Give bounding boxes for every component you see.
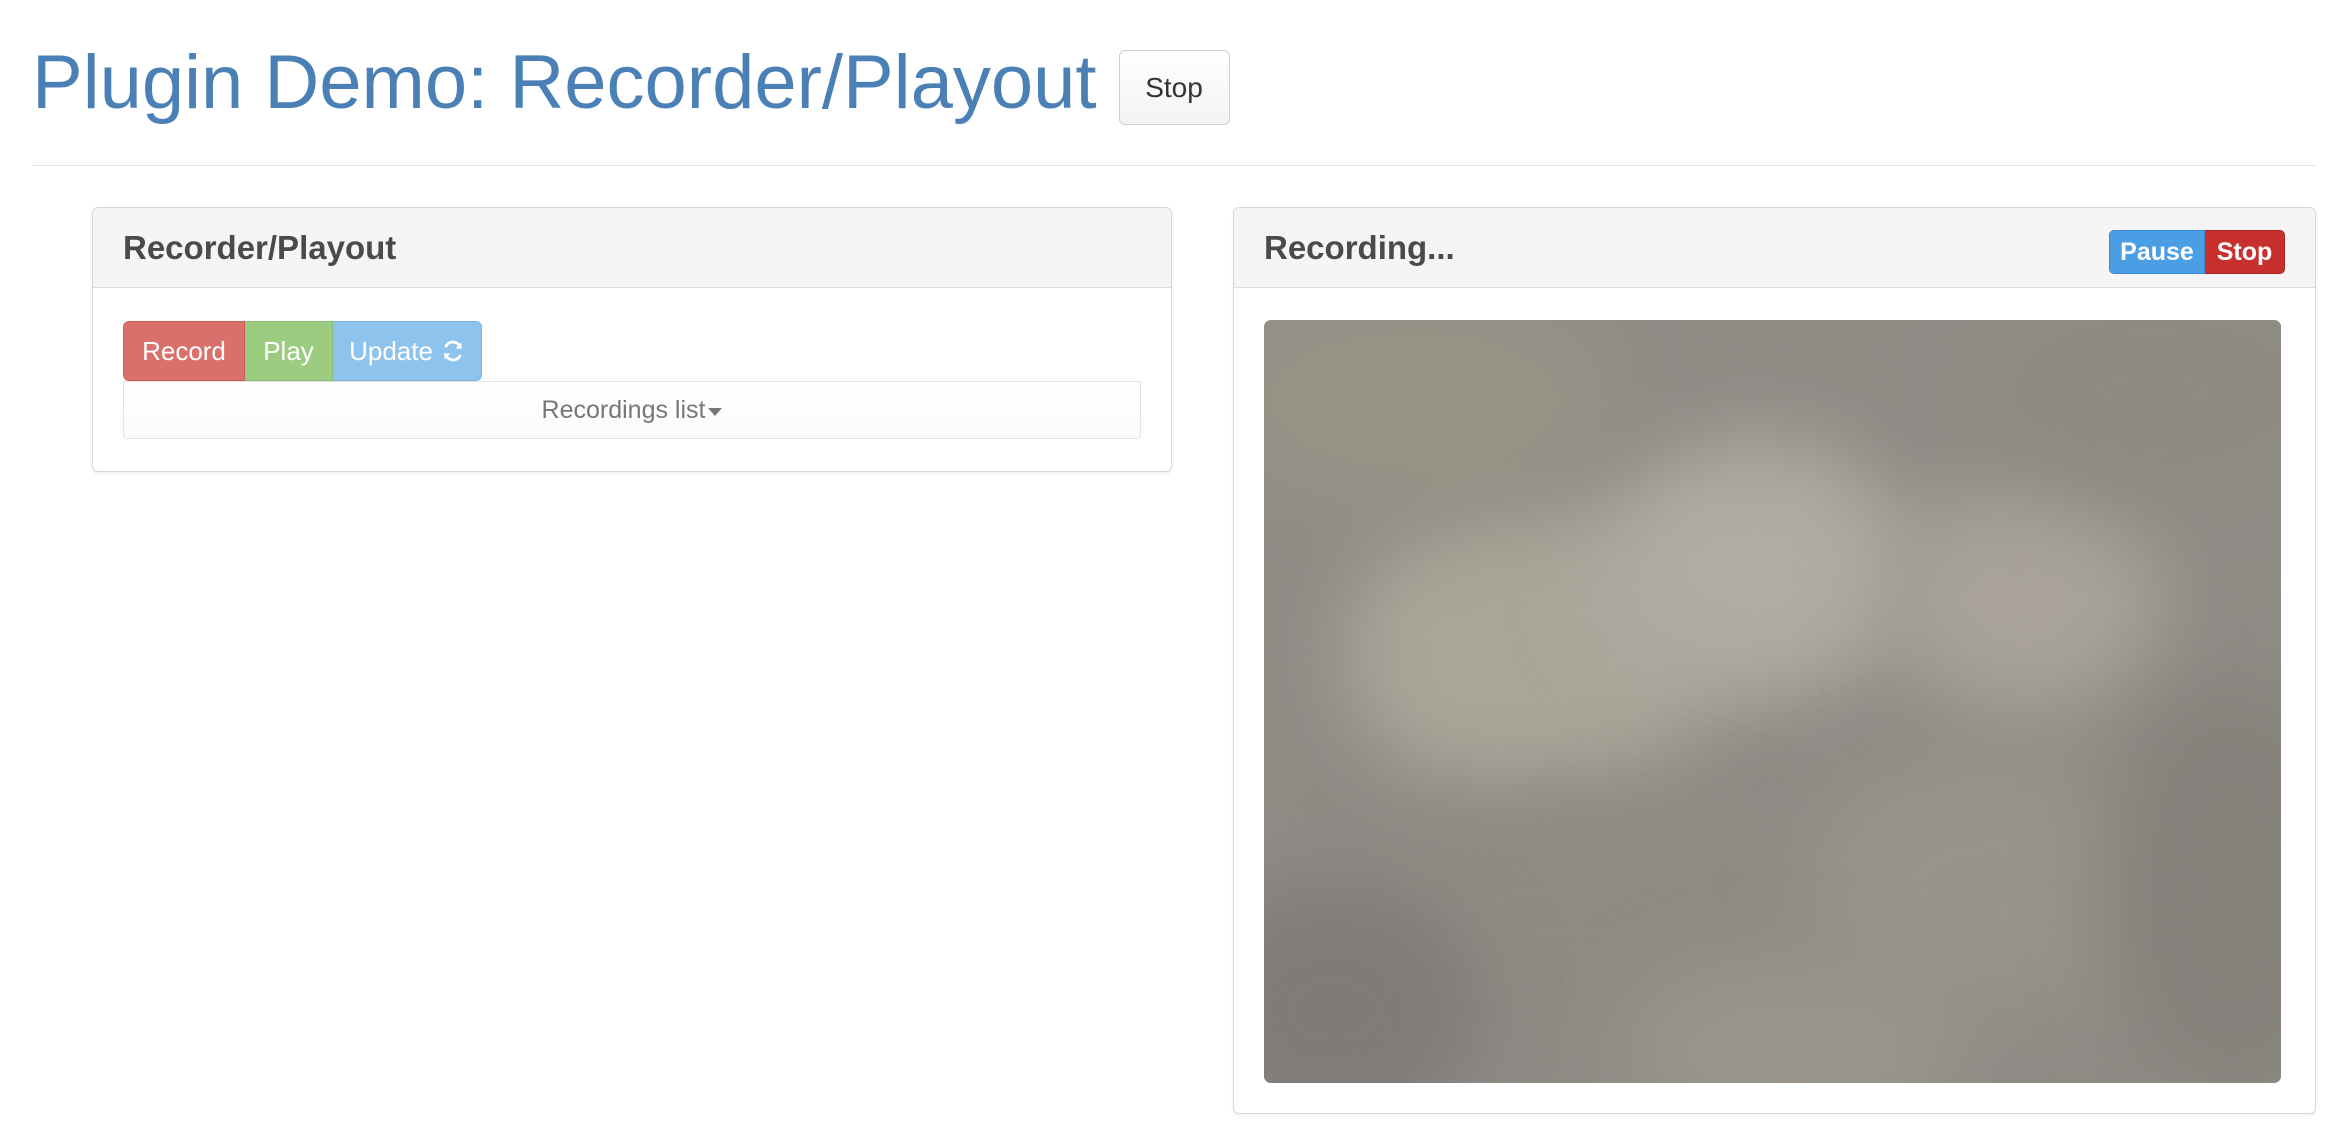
recorder-panel-heading: Recorder/Playout xyxy=(93,208,1171,288)
header-divider xyxy=(32,165,2316,166)
video-panel-title: Recording... xyxy=(1264,229,1455,266)
recording-controls: Pause Stop xyxy=(2109,230,2285,274)
video-stream xyxy=(1264,320,2281,1083)
pause-button[interactable]: Pause xyxy=(2109,230,2205,274)
page: Plugin Demo: Recorder/Playout Stop Recor… xyxy=(0,0,2328,1126)
stop-recording-button[interactable]: Stop xyxy=(2205,230,2285,274)
record-button[interactable]: Record xyxy=(123,321,245,381)
video-panel-heading: Recording... Pause Stop xyxy=(1234,208,2315,288)
recordings-list-dropdown[interactable]: Recordings list xyxy=(123,381,1141,439)
video-panel: Recording... Pause Stop xyxy=(1233,207,2316,1114)
play-button[interactable]: Play xyxy=(245,321,333,381)
update-button[interactable]: Update xyxy=(333,321,482,381)
caret-down-icon xyxy=(708,408,723,416)
recorder-panel: Recorder/Playout Record Play Update Reco… xyxy=(92,207,1172,472)
page-header: Plugin Demo: Recorder/Playout Stop xyxy=(32,30,1230,135)
recordings-list-label: Recordings list xyxy=(541,395,706,424)
update-button-label: Update xyxy=(349,335,433,366)
recorder-panel-title: Recorder/Playout xyxy=(123,229,397,266)
recorder-button-group: Record Play Update xyxy=(123,321,482,381)
play-button-label: Play xyxy=(263,335,314,366)
page-title: Plugin Demo: Recorder/Playout xyxy=(32,40,1097,125)
refresh-icon xyxy=(444,340,462,362)
record-button-label: Record xyxy=(142,335,226,366)
stop-demo-button[interactable]: Stop xyxy=(1118,50,1230,125)
